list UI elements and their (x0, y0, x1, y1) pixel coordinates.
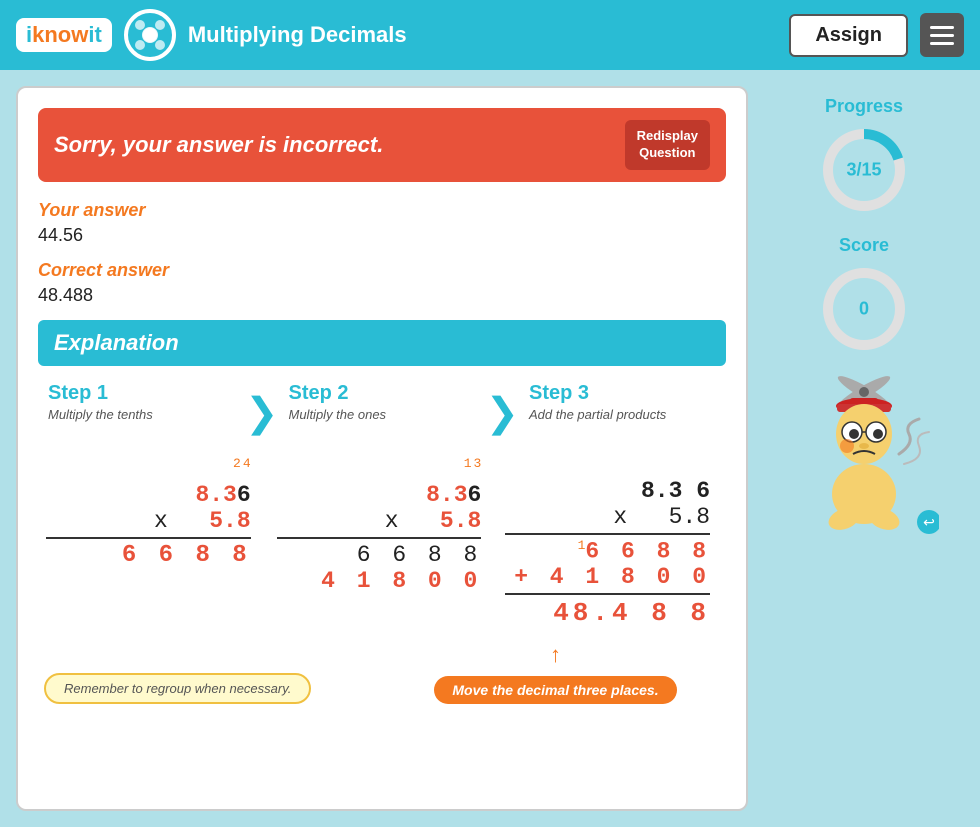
score-label: Score (764, 235, 964, 256)
step-3: Step 3 Add the partial products (519, 382, 726, 424)
page-title: Multiplying Decimals (188, 22, 778, 48)
content-panel: Sorry, your answer is incorrect. Redispl… (16, 86, 748, 811)
score-circle: 0 (819, 264, 909, 354)
step-3-desc: Add the partial products (529, 407, 716, 424)
progress-label: Progress (764, 96, 964, 117)
arrow-1: ❯ (245, 386, 279, 436)
logo-icon (124, 9, 176, 61)
step-1-desc: Multiply the tenths (48, 407, 235, 424)
step-1-title: Step 1 (48, 382, 235, 405)
assign-button[interactable]: Assign (789, 14, 908, 57)
step-1-math: 24 8.36 x 5.8 6 6 8 8 (38, 456, 267, 570)
menu-button[interactable] (920, 13, 964, 57)
score-section: Score 0 (764, 235, 964, 354)
hamburger-line (930, 42, 954, 45)
header: iknowit Multiplying Decimals Assign (0, 0, 980, 70)
step-1: Step 1 Multiply the tenths (38, 382, 245, 424)
your-answer-label: Your answer (38, 200, 726, 221)
step-2: Step 2 Multiply the ones (279, 382, 486, 424)
up-arrow-icon: ↑ (385, 642, 726, 668)
progress-circle: 3/15 (819, 125, 909, 215)
hamburger-line (930, 34, 954, 37)
logo: iknowit (16, 18, 112, 52)
score-value: 0 (859, 299, 869, 320)
mascot: ↩ (789, 374, 939, 534)
math-sections: 24 8.36 x 5.8 6 6 8 8 13 8.36 (38, 456, 726, 629)
incorrect-banner: Sorry, your answer is incorrect. Redispl… (38, 108, 726, 182)
remember-note: Remember to regroup when necessary. (44, 673, 311, 704)
explanation-header: Explanation (38, 320, 726, 366)
notes-row: Remember to regroup when necessary. ↑ Mo… (38, 642, 726, 704)
your-answer-value: 44.56 (38, 225, 726, 246)
decimal-note-col: ↑ Move the decimal three places. (385, 642, 726, 704)
right-panel: Progress 3/15 Score 0 (764, 86, 964, 811)
steps-row: Step 1 Multiply the tenths ❯ Step 2 Mult… (38, 382, 726, 436)
progress-value: 3/15 (846, 160, 881, 181)
step-2-title: Step 2 (289, 382, 476, 405)
step-3-title: Step 3 (529, 382, 716, 405)
step-2-desc: Multiply the ones (289, 407, 476, 424)
remember-note-col: Remember to regroup when necessary. (38, 665, 385, 704)
correct-answer-value: 48.488 (38, 285, 726, 306)
correct-answer-label: Correct answer (38, 260, 726, 281)
main-content: Sorry, your answer is incorrect. Redispl… (0, 70, 980, 827)
mascot-svg: ↩ (789, 374, 939, 534)
progress-section: Progress 3/15 (764, 96, 964, 215)
svg-text:↩: ↩ (923, 514, 935, 530)
hamburger-line (930, 26, 954, 29)
incorrect-message: Sorry, your answer is incorrect. (54, 132, 383, 158)
arrow-2: ❯ (485, 386, 519, 436)
step-2-math: 13 8.36 x 5.8 6 6 8 8 4 1 8 0 0 (269, 456, 498, 595)
step-3-math: 8.3 6 x 5.8 16 6 8 8 + 4 1 8 0 0 48.4 8 … (497, 456, 726, 629)
decimal-note: Move the decimal three places. (434, 676, 676, 704)
redisplay-button[interactable]: RedisplayQuestion (625, 120, 710, 170)
